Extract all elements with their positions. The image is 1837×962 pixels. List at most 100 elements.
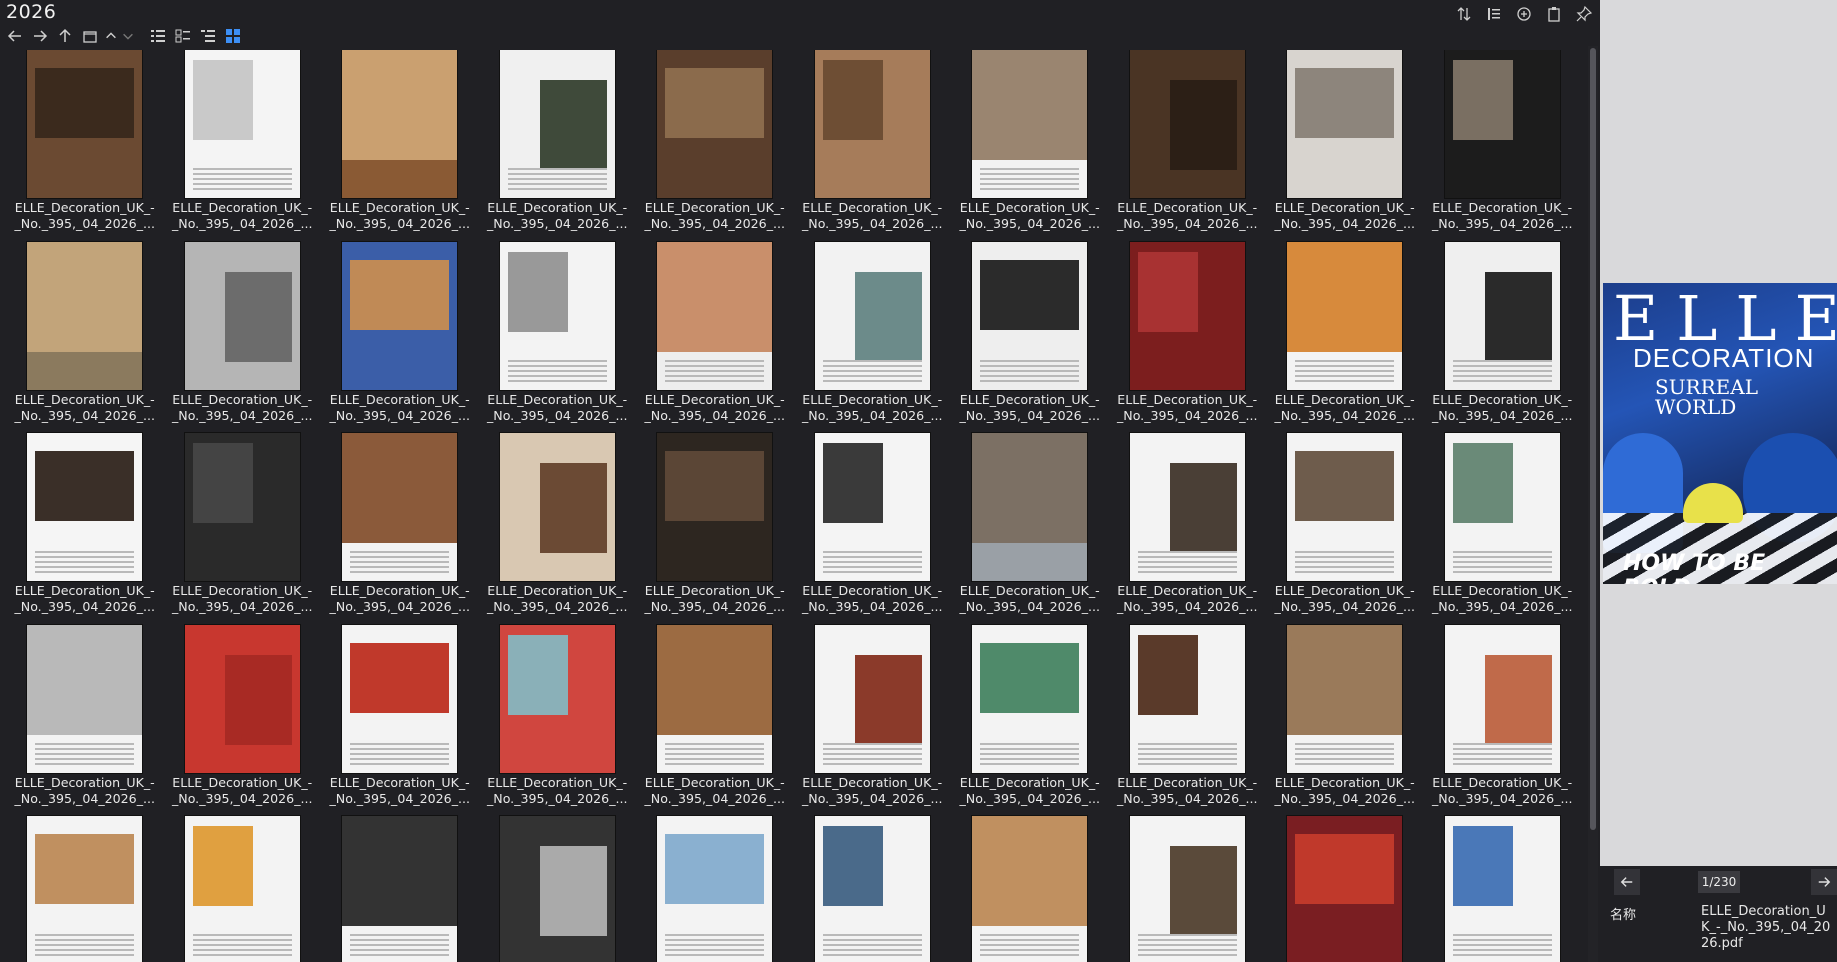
scroll-down-button[interactable] (121, 25, 135, 47)
file-thumbnail-item[interactable]: ELLE_Decoration_UK_-_No._395,_04_2026_..… (6, 433, 164, 625)
page-thumbnail-image (342, 241, 458, 390)
back-button[interactable] (4, 25, 26, 47)
file-thumbnail-item[interactable]: ELLE_Decoration_UK_-_No._395,_04_2026_..… (479, 433, 637, 625)
file-name-label: ELLE_Decoration_UK_- _No._395,_04_2026_..… (1112, 583, 1262, 615)
file-thumbnail-item[interactable]: ELLE_Decoration_UK_-_No._395,_04_2026_..… (1266, 433, 1424, 625)
file-thumbnail-item[interactable]: ELLE_Decoration_UK_-_No._395,_04_2026_..… (1109, 433, 1267, 625)
file-thumbnail-item[interactable]: ELLE_Decoration_UK_-_No._395,_04_2026_..… (321, 50, 479, 242)
file-thumbnail-item[interactable]: ELLE_Decoration_UK_-_No._395,_04_2026_..… (1266, 624, 1424, 817)
file-thumbnail-item[interactable]: ELLE_Decoration_UK_-_No._395,_04_2026_..… (479, 624, 637, 817)
page-thumbnail-image (499, 241, 615, 390)
file-thumbnail-item[interactable]: ELLE_Decoration_UK_-_No._395,_04_2026_..… (1424, 433, 1582, 625)
page-thumbnail-image (27, 816, 143, 962)
detail-view-button[interactable] (172, 25, 194, 47)
file-thumbnail-item[interactable]: ELLE_Decoration_UK_-_No._395,_04_2026_..… (636, 816, 794, 962)
file-thumbnail-item[interactable]: ELLE_Decoration_UK_-_No._395,_04_2026_..… (951, 816, 1109, 962)
file-thumbnail-item[interactable]: ELLE_Decoration_UK_-_No._395,_04_2026_..… (6, 624, 164, 817)
file-thumbnail-item[interactable]: ELLE_Decoration_UK_-_No._395,_04_2026_..… (6, 816, 164, 962)
tree-view-icon (201, 30, 215, 42)
file-thumbnail-item[interactable]: ELLE_Decoration_UK_-_No._395,_04_2026_..… (636, 241, 794, 434)
pin-button[interactable] (1572, 2, 1596, 26)
file-thumbnail-item[interactable]: ELLE_Decoration_UK_-_No._395,_04_2026_..… (479, 241, 637, 434)
file-thumbnail-item[interactable]: ELLE_Decoration_UK_-_No._395,_04_2026_..… (321, 624, 479, 817)
forward-button[interactable] (29, 25, 51, 47)
page-thumbnail-image (814, 816, 930, 962)
file-thumbnail-item[interactable]: ELLE_Decoration_UK_-_No._395,_04_2026_..… (636, 624, 794, 817)
file-thumbnail-item[interactable]: ELLE_Decoration_UK_-_No._395,_04_2026_..… (479, 816, 637, 962)
file-thumbnail-item[interactable]: ELLE_Decoration_UK_-_No._395,_04_2026_..… (951, 50, 1109, 242)
file-thumbnail-item[interactable]: ELLE_Decoration_UK_-_No._395,_04_2026_..… (1109, 816, 1267, 962)
file-thumbnail-item[interactable]: ELLE_Decoration_UK_-_No._395,_04_2026_..… (6, 50, 164, 242)
file-thumbnail-item[interactable]: ELLE_Decoration_UK_-_No._395,_04_2026_..… (1109, 624, 1267, 817)
file-name-label: ELLE_Decoration_UK_- _No._395,_04_2026_..… (10, 775, 160, 807)
file-name-line1: ELLE_Decoration_UK_- (802, 774, 943, 790)
file-thumbnail-item[interactable]: ELLE_Decoration_UK_-_No._395,_04_2026_..… (1424, 816, 1582, 962)
file-thumbnail-item[interactable]: ELLE_Decoration_UK_-_No._395,_04_2026_..… (164, 816, 322, 962)
file-name-line2: _No._395,_04_2026_... (801, 790, 943, 806)
file-name-line1: ELLE_Decoration_UK_- (1432, 774, 1573, 790)
list-view-button[interactable] (147, 25, 169, 47)
file-name-line1: ELLE_Decoration_UK_- (802, 391, 943, 407)
next-page-button[interactable] (1811, 869, 1837, 895)
file-thumbnail-item[interactable]: ELLE_Decoration_UK_-_No._395,_04_2026_..… (321, 241, 479, 434)
page-thumbnail-image (1287, 433, 1403, 581)
file-thumbnail-item[interactable]: ELLE_Decoration_UK_-_No._395,_04_2026_..… (1266, 241, 1424, 434)
sort-icon (1457, 7, 1471, 21)
file-thumbnail-item[interactable]: ELLE_Decoration_UK_-_No._395,_04_2026_..… (951, 433, 1109, 625)
file-name-line1: ELLE_Decoration_UK_- (959, 200, 1100, 215)
up-button[interactable] (54, 25, 76, 47)
page-thumbnail-image (342, 816, 458, 962)
file-thumbnail-item[interactable]: ELLE_Decoration_UK_-_No._395,_04_2026_..… (794, 816, 952, 962)
file-thumbnail-item[interactable]: ELLE_Decoration_UK_-_No._395,_04_2026_..… (6, 241, 164, 434)
tree-view-button[interactable] (197, 25, 219, 47)
file-thumbnail-item[interactable]: ELLE_Decoration_UK_-_No._395,_04_2026_..… (1109, 241, 1267, 434)
scroll-up-button[interactable] (104, 25, 118, 47)
file-thumbnail-item[interactable]: ELLE_Decoration_UK_-_No._395,_04_2026_..… (794, 433, 952, 625)
sort-button[interactable] (1452, 2, 1476, 26)
file-name-line1: ELLE_Decoration_UK_- (644, 200, 785, 215)
file-thumbnail-item[interactable]: ELLE_Decoration_UK_-_No._395,_04_2026_..… (321, 433, 479, 625)
file-name-label: ELLE_Decoration_UK_- _No._395,_04_2026_..… (10, 392, 160, 424)
file-thumbnail-item[interactable]: ELLE_Decoration_UK_-_No._395,_04_2026_..… (794, 50, 952, 242)
file-name-line1: ELLE_Decoration_UK_- (487, 774, 628, 790)
grid-view-button[interactable] (222, 25, 244, 47)
toolbar (4, 24, 244, 48)
scrollbar-thumb[interactable] (1590, 48, 1596, 830)
file-thumbnail-item[interactable]: ELLE_Decoration_UK_-_No._395,_04_2026_..… (164, 433, 322, 625)
file-name-line1: ELLE_Decoration_UK_- (802, 583, 943, 598)
file-thumbnail-item[interactable]: ELLE_Decoration_UK_-_No._395,_04_2026_..… (951, 624, 1109, 817)
folder-button[interactable] (79, 25, 101, 47)
file-thumbnail-item[interactable]: ELLE_Decoration_UK_-_No._395,_04_2026_..… (1424, 624, 1582, 817)
file-thumbnail-item[interactable]: ELLE_Decoration_UK_-_No._395,_04_2026_..… (794, 624, 952, 817)
file-thumbnail-item[interactable]: ELLE_Decoration_UK_-_No._395,_04_2026_..… (951, 241, 1109, 434)
file-thumbnail-item[interactable]: ELLE_Decoration_UK_-_No._395,_04_2026_..… (1266, 816, 1424, 962)
prev-page-button[interactable] (1614, 869, 1640, 895)
file-thumbnail-item[interactable]: ELLE_Decoration_UK_-_No._395,_04_2026_..… (636, 50, 794, 242)
preview-navigation: 1/230 (1600, 866, 1837, 898)
file-thumbnail-item[interactable]: ELLE_Decoration_UK_-_No._395,_04_2026_..… (321, 816, 479, 962)
clipboard-button[interactable] (1542, 2, 1566, 26)
file-thumbnail-item[interactable]: ELLE_Decoration_UK_-_No._395,_04_2026_..… (1109, 50, 1267, 242)
file-name-label: ELLE_Decoration_UK_- _No._395,_04_2026_..… (1270, 392, 1420, 424)
page-thumbnail-image (184, 624, 300, 773)
file-thumbnail-item[interactable]: ELLE_Decoration_UK_-_No._395,_04_2026_..… (164, 241, 322, 434)
file-name-label: ELLE_Decoration_UK_- _No._395,_04_2026_..… (167, 775, 317, 807)
file-thumbnail-item[interactable]: ELLE_Decoration_UK_-_No._395,_04_2026_..… (1424, 241, 1582, 434)
add-button[interactable] (1512, 2, 1536, 26)
file-thumbnail-item[interactable]: ELLE_Decoration_UK_-_No._395,_04_2026_..… (164, 624, 322, 817)
file-thumbnail-item[interactable]: ELLE_Decoration_UK_-_No._395,_04_2026_..… (164, 50, 322, 242)
list-lines-button[interactable] (1482, 2, 1506, 26)
file-thumbnail-item[interactable]: ELLE_Decoration_UK_-_No._395,_04_2026_..… (1266, 50, 1424, 242)
file-thumbnail-item[interactable]: ELLE_Decoration_UK_-_No._395,_04_2026_..… (794, 241, 952, 434)
file-thumbnail-item[interactable]: ELLE_Decoration_UK_-_No._395,_04_2026_..… (636, 433, 794, 625)
file-name-label: ELLE_Decoration_UK_- _No._395,_04_2026_..… (10, 583, 160, 615)
file-name-line2: _No._395,_04_2026_... (959, 599, 1101, 614)
file-name-line1: ELLE_Decoration_UK_- (172, 774, 313, 790)
thumbnail-grid: ELLE_Decoration_UK_- _No._395,_04_2026_..… (0, 50, 1598, 962)
file-name-line1: ELLE_Decoration_UK_- (172, 583, 313, 598)
file-thumbnail-item[interactable]: ELLE_Decoration_UK_-_No._395,_04_2026_..… (1424, 50, 1582, 242)
page-thumbnail-image (1129, 433, 1245, 581)
page-thumbnail-image (1287, 50, 1403, 198)
file-name-line2: _No._395,_04_2026_... (1116, 407, 1258, 423)
file-thumbnail-item[interactable]: ELLE_Decoration_UK_-_No._395,_04_2026_..… (479, 50, 637, 242)
